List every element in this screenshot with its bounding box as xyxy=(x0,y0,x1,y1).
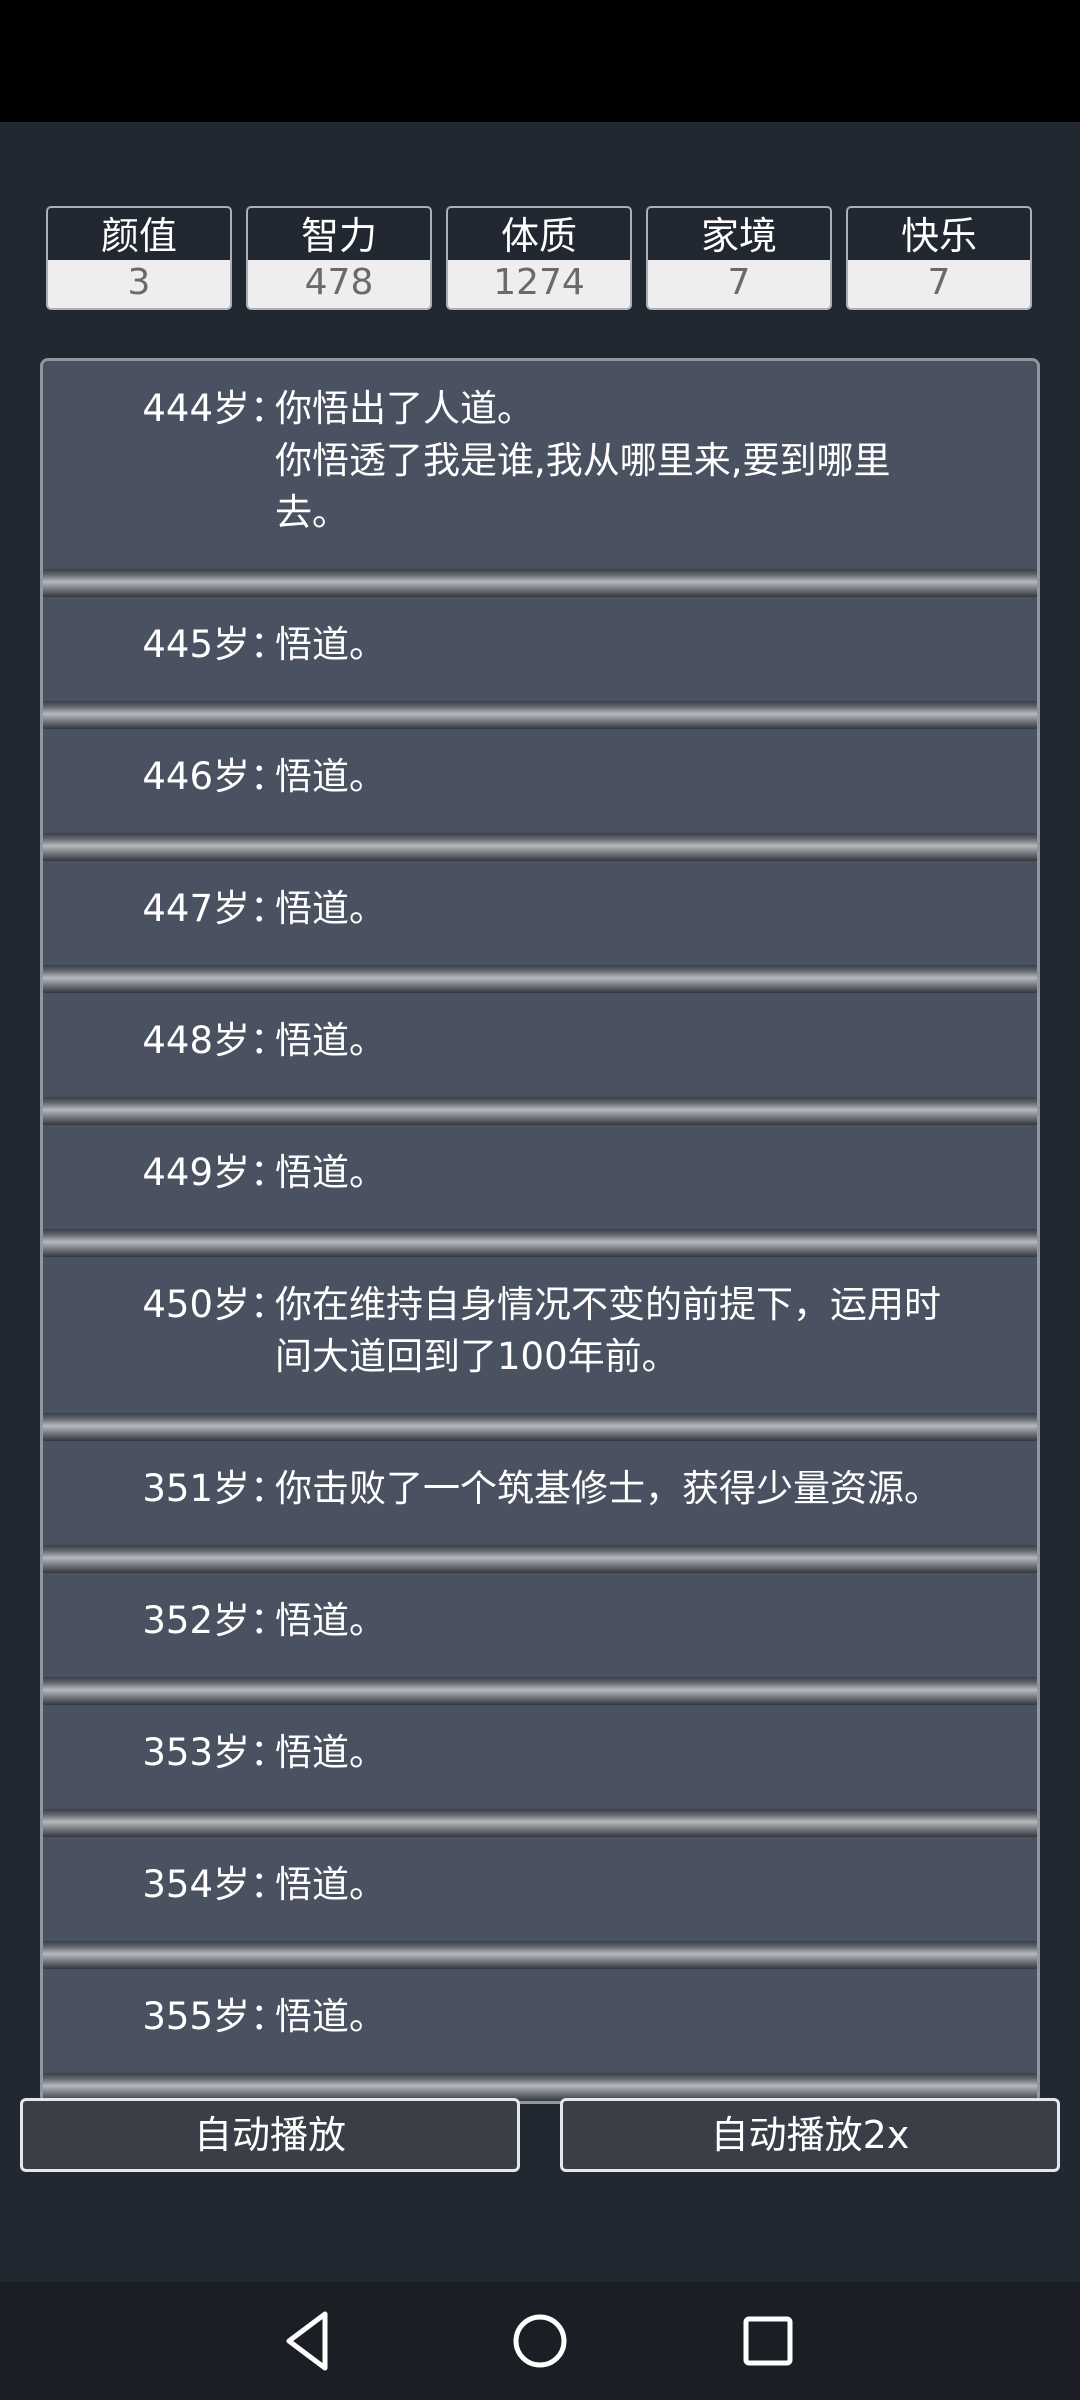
log-divider xyxy=(43,1545,1037,1573)
log-entry: 354岁： 悟道。 xyxy=(43,1837,1037,1941)
log-divider xyxy=(43,2073,1037,2101)
log-age: 351岁： xyxy=(142,1467,287,1510)
log-entry: 444岁： 你悟出了人道。你悟透了我是谁,我从哪里来,要到哪里 去。 xyxy=(43,361,1037,569)
log-divider xyxy=(43,1413,1037,1441)
log-text: 你悟出了人道。你悟透了我是谁,我从哪里来,要到哪里 去。 xyxy=(275,383,1005,539)
auto-play-2x-button[interactable]: 自动播放2x xyxy=(560,2098,1060,2172)
log-age: 353岁： xyxy=(142,1731,287,1774)
auto-play-button[interactable]: 自动播放 xyxy=(20,2098,520,2172)
log-text: 你击败了一个筑基修士，获得少量资源。 xyxy=(275,1463,1005,1515)
status-bar xyxy=(0,0,1080,122)
stat-box: 颜值 3 xyxy=(46,206,232,310)
log-divider xyxy=(43,1809,1037,1837)
log-text-line: 悟道。 xyxy=(275,887,386,930)
log-divider xyxy=(43,965,1037,993)
log-text-line: 悟道。 xyxy=(275,1863,386,1906)
log-text-line: 你击败了一个筑基修士，获得少量资源。 xyxy=(275,1467,941,1510)
stat-value: 7 xyxy=(848,260,1030,308)
log-age: 444岁： xyxy=(142,387,287,430)
stat-value: 478 xyxy=(248,260,430,308)
log-entry: 351岁： 你击败了一个筑基修士，获得少量资源。 xyxy=(43,1441,1037,1545)
life-log-panel[interactable]: 444岁： 你悟出了人道。 你悟透了我是谁,我从哪里来,要到哪里 去。 445岁： 悟道。… xyxy=(40,358,1040,2104)
log-entry: 450岁： 你在维持自身情况不变的前提下，运用时 间大道回到了100年前。 xyxy=(43,1257,1037,1413)
log-entry: 446岁： 悟道。 xyxy=(43,729,1037,833)
log-text-line: 悟道。 xyxy=(275,755,386,798)
log-divider xyxy=(43,1941,1037,1969)
attribute-bar: 颜值 3 智力 478 体质 1274 家境 7 快乐 7 xyxy=(46,206,1034,310)
log-divider xyxy=(43,1229,1037,1257)
log-text-line: 你在维持自身情况不变的前提下，运用时 xyxy=(275,1283,941,1326)
log-text-line: 悟道。 xyxy=(275,623,386,666)
log-age: 447岁： xyxy=(142,887,287,930)
home-icon[interactable] xyxy=(505,2306,575,2376)
log-text-line: 你悟出了人道。 xyxy=(275,387,534,430)
log-age: 354岁： xyxy=(142,1863,287,1906)
stat-label: 颜值 xyxy=(100,214,177,258)
stat-box: 智力 478 xyxy=(246,206,432,310)
log-text-line: 你悟透了我是谁,我从哪里来,要到哪里 xyxy=(275,439,891,482)
log-text-line: 悟道。 xyxy=(275,1151,386,1194)
stat-value: 7 xyxy=(648,260,830,308)
stat-box: 体质 1274 xyxy=(446,206,632,310)
log-entry: 448岁： 悟道。 xyxy=(43,993,1037,1097)
log-entry: 352岁： 悟道。 xyxy=(43,1573,1037,1677)
log-divider xyxy=(43,701,1037,729)
log-text: 悟道。 xyxy=(275,751,1005,803)
log-text: 悟道。 xyxy=(275,1147,1005,1199)
log-entry: 445岁： 悟道。 xyxy=(43,597,1037,701)
app-screen: 颜值 3 智力 478 体质 1274 家境 7 快乐 7 444岁： 你悟出了人道。 你悟透了我是谁… xyxy=(0,122,1080,2282)
stat-value: 3 xyxy=(48,260,230,308)
stat-label: 智力 xyxy=(300,214,377,258)
recents-icon[interactable] xyxy=(733,2306,803,2376)
stat-box: 家境 7 xyxy=(646,206,832,310)
log-text-line: 悟道。 xyxy=(275,1731,386,1774)
log-age: 446岁： xyxy=(142,755,287,798)
log-divider xyxy=(43,569,1037,597)
log-text: 悟道。 xyxy=(275,1015,1005,1067)
log-entry: 447岁： 悟道。 xyxy=(43,861,1037,965)
log-divider xyxy=(43,1097,1037,1125)
stat-label: 家境 xyxy=(700,214,777,258)
log-entry: 353岁： 悟道。 xyxy=(43,1705,1037,1809)
log-text-line: 去。 xyxy=(275,491,349,534)
stat-box: 快乐 7 xyxy=(846,206,1032,310)
stat-value: 1274 xyxy=(448,260,630,308)
log-age: 355岁： xyxy=(142,1995,287,2038)
log-age: 449岁： xyxy=(142,1151,287,1194)
log-text: 你在维持自身情况不变的前提下，运用时 间大道回到了100年前。 xyxy=(275,1279,1005,1383)
log-text: 悟道。 xyxy=(275,883,1005,935)
log-age: 352岁： xyxy=(142,1599,287,1642)
log-text: 悟道。 xyxy=(275,1859,1005,1911)
log-divider xyxy=(43,833,1037,861)
stat-label: 体质 xyxy=(500,214,577,258)
log-age: 450岁： xyxy=(142,1283,287,1326)
log-entry: 355岁： 悟道。 xyxy=(43,1969,1037,2073)
log-text: 悟道。 xyxy=(275,1727,1005,1779)
stat-label: 快乐 xyxy=(900,214,977,258)
log-age: 445岁： xyxy=(142,623,287,666)
log-age: 448岁： xyxy=(142,1019,287,1062)
log-entry: 449岁： 悟道。 xyxy=(43,1125,1037,1229)
log-text: 悟道。 xyxy=(275,1991,1005,2043)
system-nav-bar xyxy=(0,2282,1080,2400)
log-text: 悟道。 xyxy=(275,1595,1005,1647)
log-text: 悟道。 xyxy=(275,619,1005,671)
log-text-line: 悟道。 xyxy=(275,1019,386,1062)
log-text-line: 悟道。 xyxy=(275,1599,386,1642)
log-divider xyxy=(43,1677,1037,1705)
log-text-line: 悟道。 xyxy=(275,1995,386,2038)
log-text-line: 间大道回到了100年前。 xyxy=(275,1335,679,1378)
back-icon[interactable] xyxy=(273,2306,343,2376)
